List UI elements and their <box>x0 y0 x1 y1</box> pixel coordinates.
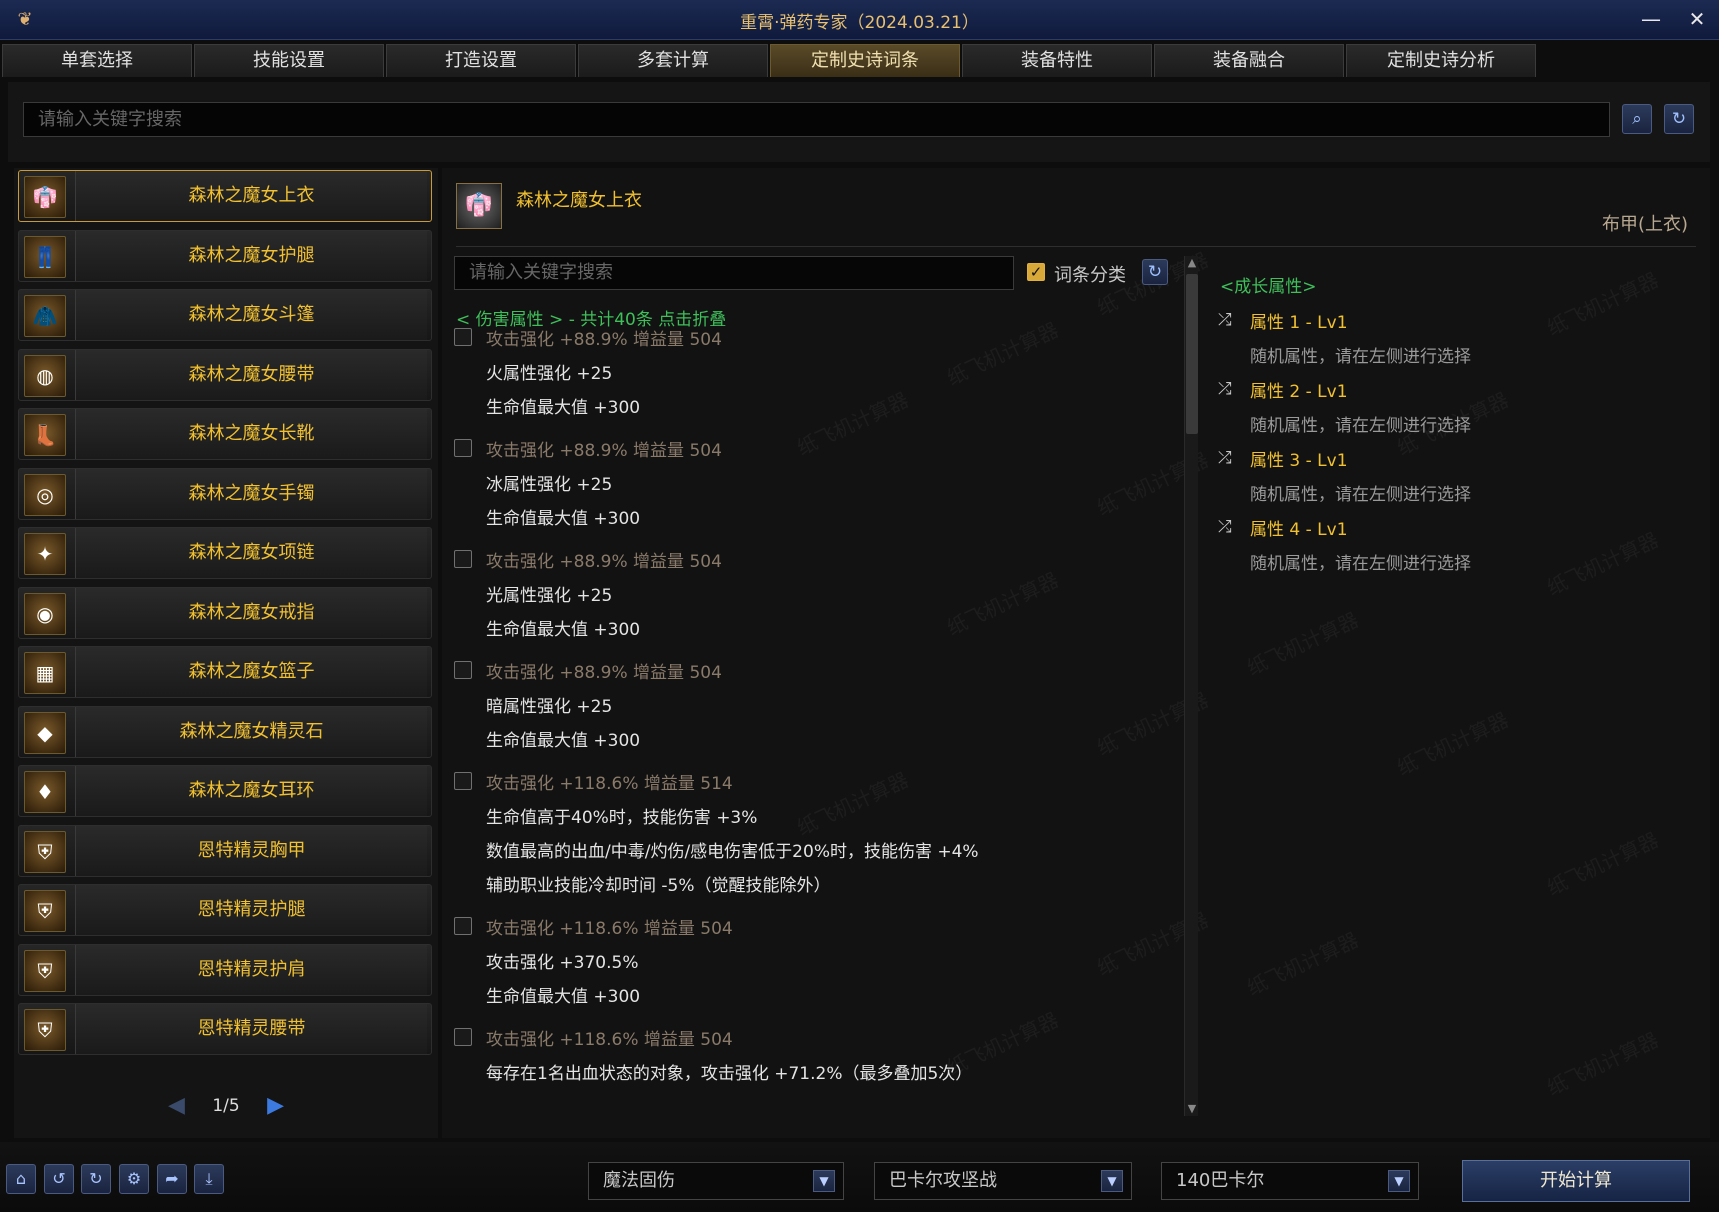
damage-type-dropdown[interactable]: 魔法固伤 ▼ <box>588 1162 844 1200</box>
list-item[interactable]: ⛨ 恩特精灵胸甲 <box>18 825 432 877</box>
list-item[interactable]: ⛨ 恩特精灵腰带 <box>18 1003 432 1055</box>
raid-dropdown[interactable]: 巴卡尔攻坚战 ▼ <box>874 1162 1132 1200</box>
top-search-area: 请输入关键字搜索 ⌕ ↻ <box>8 82 1710 162</box>
pager: ◀ 1/5 ▶ <box>14 1093 438 1118</box>
minimize-button[interactable]: — <box>1637 6 1665 32</box>
entry-checkbox[interactable] <box>454 328 472 346</box>
refresh-icon[interactable]: ↻ <box>1142 259 1168 285</box>
window-title: 重霄·弹药专家（2024.03.21） <box>740 13 979 33</box>
start-calculation-button[interactable]: 开始计算 <box>1462 1160 1690 1202</box>
tab-multi-set[interactable]: 多套计算 <box>578 44 768 77</box>
divider <box>456 246 1696 247</box>
list-item[interactable]: ✦ 森林之魔女项链 <box>18 527 432 579</box>
list-item[interactable]: ⛨ 恩特精灵护腿 <box>18 884 432 936</box>
item-type: 布甲(上衣) <box>1601 214 1688 235</box>
belt-icon: ◍ <box>24 355 66 397</box>
scroll-thumb[interactable] <box>1186 274 1198 434</box>
shoulder-armor-icon: ⛨ <box>24 950 66 992</box>
bottom-toolbar: ⌂ ↺ ↻ ⚙ ➦ ⤓ 魔法固伤 ▼ 巴卡尔攻坚战 ▼ 140巴卡尔 ▼ 开始计… <box>0 1142 1719 1212</box>
coat-icon: 👘 <box>24 176 66 218</box>
list-item[interactable]: ◍ 森林之魔女腰带 <box>18 349 432 401</box>
list-item[interactable]: ♦ 森林之魔女耳环 <box>18 765 432 817</box>
tab-custom-epic-analysis[interactable]: 定制史诗分析 <box>1346 44 1536 77</box>
entry-checkbox[interactable] <box>454 1028 472 1046</box>
home-icon[interactable]: ⌂ <box>6 1164 36 1194</box>
title-bar: ❦ 重霄·弹药专家（2024.03.21） — ✕ <box>0 0 1719 40</box>
download-icon[interactable]: ⤓ <box>194 1164 224 1194</box>
tab-single-set[interactable]: 单套选择 <box>2 44 192 77</box>
chevron-down-icon[interactable]: ▼ <box>813 1170 835 1192</box>
chest-armor-icon: ⛨ <box>24 831 66 873</box>
entry-checkbox[interactable] <box>454 439 472 457</box>
detail-panel: 纸飞机计算器 纸飞机计算器 纸飞机计算器 纸飞机计算器 纸飞机计算器 纸飞机计算… <box>442 168 1710 1138</box>
list-item[interactable]: ▦ 森林之魔女篮子 <box>18 646 432 698</box>
entry-checkbox[interactable] <box>454 772 472 790</box>
tab-skill-settings[interactable]: 技能设置 <box>194 44 384 77</box>
bracelet-icon: ◎ <box>24 474 66 516</box>
entry-checkbox[interactable] <box>454 917 472 935</box>
list-item[interactable]: ◎ 森林之魔女手镯 <box>18 468 432 520</box>
shuffle-icon: ⤮ <box>1218 379 1232 399</box>
necklace-icon: ✦ <box>24 533 66 575</box>
boss-dropdown[interactable]: 140巴卡尔 ▼ <box>1161 1162 1419 1200</box>
cloak-icon: 🧥 <box>24 295 66 337</box>
waist-armor-icon: ⛨ <box>24 1009 66 1051</box>
tab-equipment-fusion[interactable]: 装备融合 <box>1154 44 1344 77</box>
item-name: 森林之魔女上衣 <box>516 190 642 211</box>
basket-icon: ▦ <box>24 652 66 694</box>
close-button[interactable]: ✕ <box>1683 6 1711 32</box>
ring-icon: ◉ <box>24 593 66 635</box>
prev-page-icon[interactable]: ◀ <box>168 1093 185 1118</box>
chevron-down-icon[interactable]: ▼ <box>1101 1170 1123 1192</box>
boots-icon: 👢 <box>24 414 66 456</box>
list-item[interactable]: 👘 森林之魔女上衣 <box>18 170 432 222</box>
list-item[interactable]: 👢 森林之魔女长靴 <box>18 408 432 460</box>
search-icon[interactable]: ⌕ <box>1622 104 1652 134</box>
gear-icon[interactable]: ⚙ <box>119 1164 149 1194</box>
list-item[interactable]: 👖 森林之魔女护腿 <box>18 230 432 282</box>
spirit-stone-icon: ◆ <box>24 712 66 754</box>
share-icon[interactable]: ➦ <box>157 1164 187 1194</box>
pants-icon: 👖 <box>24 236 66 278</box>
list-item[interactable]: 🧥 森林之魔女斗篷 <box>18 289 432 341</box>
list-item[interactable]: ⛨ 恩特精灵护肩 <box>18 944 432 996</box>
tab-forge-settings[interactable]: 打造设置 <box>386 44 576 77</box>
category-checkbox[interactable]: ✓ <box>1027 263 1045 281</box>
entry-checkbox[interactable] <box>454 550 472 568</box>
history-icon[interactable]: ↺ <box>44 1164 74 1194</box>
tab-bar: 单套选择 技能设置 打造设置 多套计算 定制史诗词条 装备特性 装备融合 定制史… <box>0 42 1719 78</box>
refresh-icon[interactable]: ↻ <box>81 1164 111 1194</box>
shuffle-icon: ⤮ <box>1218 448 1232 468</box>
equipment-list: 👘 森林之魔女上衣 👖 森林之魔女护腿 🧥 森林之魔女斗篷 ◍ 森林之魔女腰带 👢 森林之… <box>14 168 438 1138</box>
leg-armor-icon: ⛨ <box>24 890 66 932</box>
item-icon: 👘 <box>456 183 502 229</box>
top-search-input[interactable]: 请输入关键字搜索 <box>23 102 1610 137</box>
refresh-icon[interactable]: ↻ <box>1664 104 1694 134</box>
list-item[interactable]: ◉ 森林之魔女戒指 <box>18 587 432 639</box>
entry-search-input[interactable]: 请输入关键字搜索 <box>454 256 1014 290</box>
entry-checkbox[interactable] <box>454 661 472 679</box>
tab-equipment-traits[interactable]: 装备特性 <box>962 44 1152 77</box>
shuffle-icon: ⤮ <box>1218 310 1232 330</box>
list-item[interactable]: ◆ 森林之魔女精灵石 <box>18 706 432 758</box>
earring-icon: ♦ <box>24 771 66 813</box>
scroll-up-icon[interactable]: ▲ <box>1185 256 1199 270</box>
entry-list: 攻击强化 +88.9% 增益量 504 火属性强化 +25 生命值最大值 +30… <box>442 320 1182 1130</box>
shuffle-icon: ⤮ <box>1218 517 1232 537</box>
scroll-down-icon[interactable]: ▼ <box>1185 1102 1199 1116</box>
next-page-icon[interactable]: ▶ <box>267 1093 284 1118</box>
page-indicator: 1/5 <box>212 1095 240 1116</box>
tab-custom-epic-entries[interactable]: 定制史诗词条 <box>770 44 960 77</box>
chevron-down-icon[interactable]: ▼ <box>1388 1170 1410 1192</box>
entry-scrollbar[interactable]: ▲ ▼ <box>1184 256 1198 1116</box>
category-label: 词条分类 <box>1054 265 1126 286</box>
growth-title: <成长属性> <box>1220 277 1317 297</box>
